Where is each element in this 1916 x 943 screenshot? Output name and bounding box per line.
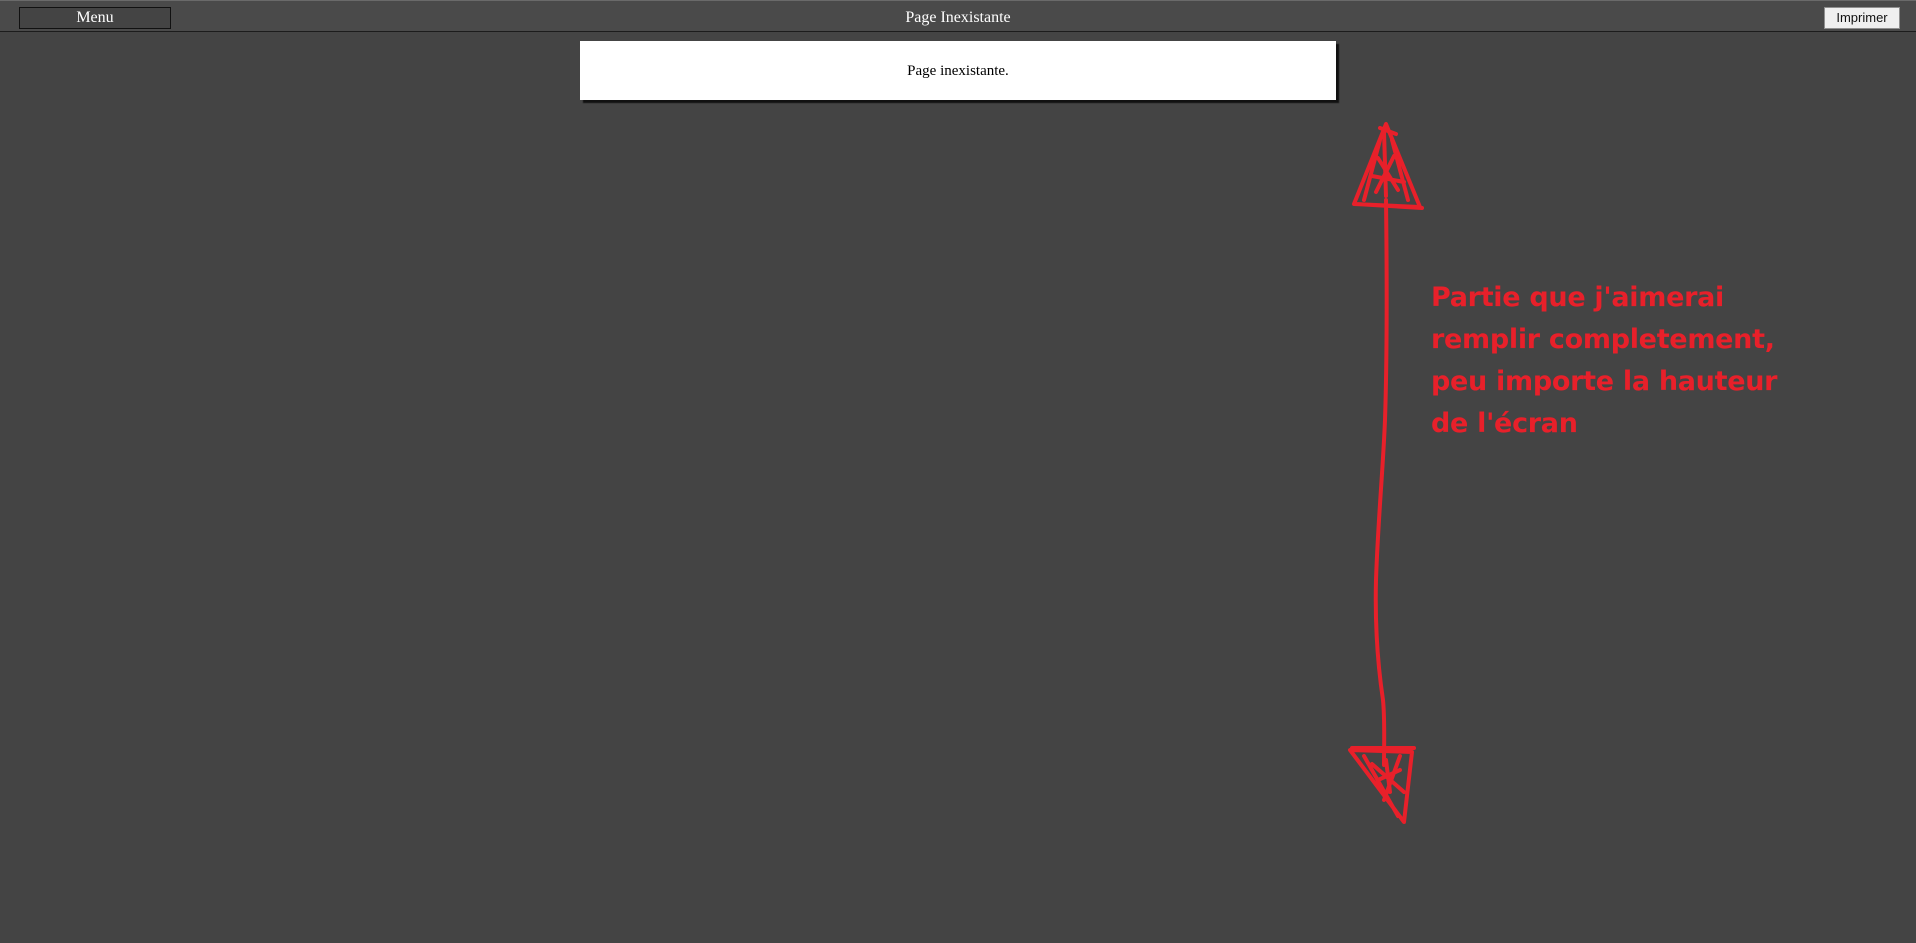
annotation-text: Partie que j'aimerai remplir completemen… (1431, 282, 1778, 439)
arrowhead-up-icon (1352, 122, 1424, 210)
arrowhead-down-icon (1348, 746, 1416, 824)
arrow-shaft (1373, 198, 1389, 767)
content-card: Page inexistante. (580, 41, 1336, 100)
double-arrow-icon (1348, 122, 1424, 824)
print-button[interactable]: Imprimer (1824, 7, 1900, 29)
annotation-drawing (1348, 122, 1424, 824)
top-bar: Menu Page Inexistante Imprimer (0, 0, 1916, 32)
page-title: Page Inexistante (905, 9, 1011, 26)
page-message: Page inexistante. (907, 63, 1009, 79)
